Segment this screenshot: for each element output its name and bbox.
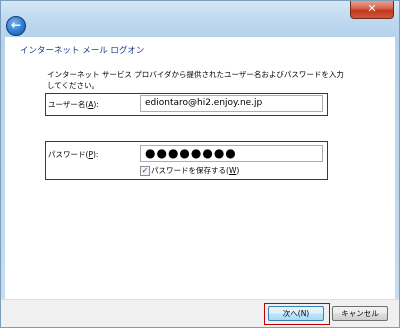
back-button[interactable]: ← <box>6 16 26 36</box>
window-frame-top <box>1 1 399 37</box>
dialog-content: インターネット メール ログオン インターネット サービス プロバイダから提供さ… <box>5 37 395 299</box>
password-label: パスワード(P): <box>48 150 99 159</box>
username-label: ユーザー名(A): <box>48 100 99 109</box>
close-icon: ✕ <box>367 2 377 15</box>
next-button[interactable]: 次へ(N) <box>268 306 324 321</box>
dialog-footer: 次へ(N) キャンセル <box>1 299 399 327</box>
username-input[interactable]: ediontaro@hi2.enjoy.ne.jp <box>140 95 323 112</box>
back-arrow-icon: ← <box>10 18 22 32</box>
checkmark-icon: ✓ <box>141 166 149 175</box>
remember-password-label[interactable]: パスワードを保存する(W) <box>151 165 239 176</box>
password-input[interactable]: ●●●●●●●● <box>140 145 323 162</box>
page-title: インターネット メール ログオン <box>20 46 145 56</box>
close-button[interactable]: ✕ <box>350 1 394 19</box>
window-frame-right <box>395 37 399 299</box>
remember-password-checkbox[interactable]: ✓ <box>140 166 150 176</box>
dialog-window: ✕ ← インターネット メール ログオン インターネット サービス プロバイダか… <box>0 0 400 328</box>
instruction-text: インターネット サービス プロバイダから提供されたユーザー名およびパスワードを入… <box>47 70 344 90</box>
cancel-button[interactable]: キャンセル <box>332 306 388 321</box>
